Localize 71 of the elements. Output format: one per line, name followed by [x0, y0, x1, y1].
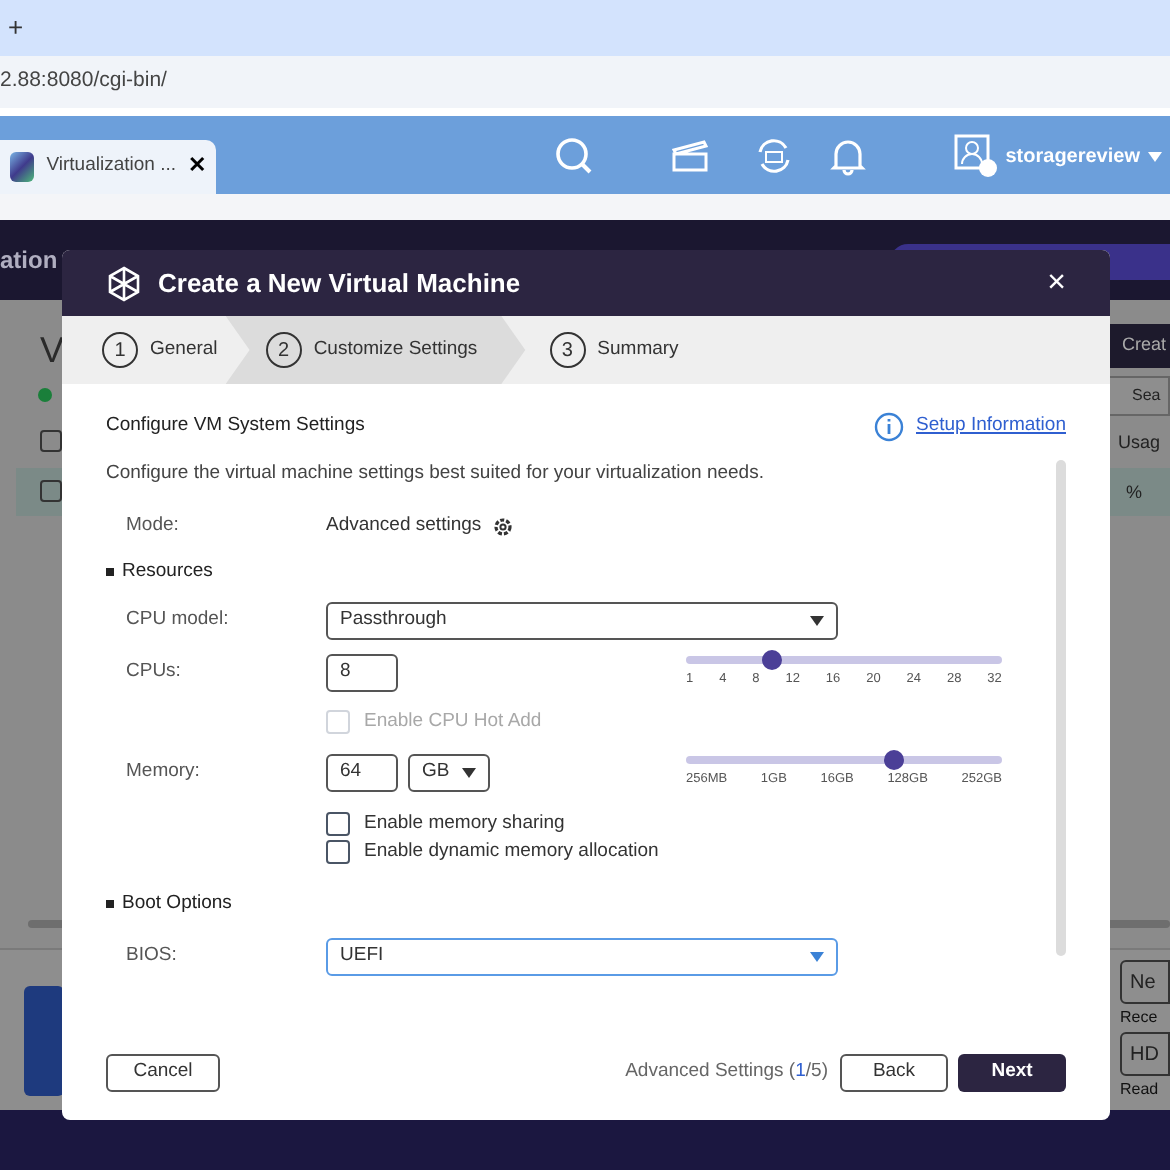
number-field[interactable]: 64: [326, 753, 398, 792]
field-label: Mode:: [124, 512, 181, 541]
address-bar[interactable]: 2.88:8080/cgi-bin/: [0, 66, 167, 98]
column-header: Usag: [1116, 430, 1163, 456]
group-title: Boot Options: [122, 890, 232, 919]
current-step-number: 1: [795, 1058, 806, 1087]
field-label: CPU model:: [124, 605, 231, 634]
back-button[interactable]: Back: [840, 1054, 948, 1092]
field-label: BIOS:: [124, 941, 179, 970]
side-label: Read: [1120, 1080, 1161, 1100]
step-number: 2: [265, 332, 302, 368]
description-text: Configure the virtual machine settings best suited for your virtualization needs.: [106, 460, 766, 488]
slider-track[interactable]: [686, 755, 1002, 764]
section-title: V: [40, 328, 65, 374]
slider-track[interactable]: [686, 655, 1002, 664]
user-icon[interactable]: [953, 134, 998, 178]
wizard-step[interactable]: 1 General: [62, 316, 226, 384]
step-number: 3: [549, 332, 586, 368]
side-button[interactable]: Ne: [1120, 960, 1170, 1004]
checkbox[interactable]: [326, 840, 350, 865]
mode-value: Advanced settings: [326, 512, 482, 541]
app-tab[interactable]: Virtualization ... ✕: [0, 140, 216, 194]
wizard-step[interactable]: 3 Summary: [525, 316, 699, 384]
field-label: CPUs:: [124, 657, 183, 686]
wizard-step[interactable]: 2 Customize Settings: [225, 316, 526, 384]
info-icon: [874, 412, 904, 442]
checkbox-label: Enable CPU Hot Add: [364, 707, 542, 735]
caret-icon: [810, 951, 824, 961]
create-button[interactable]: Creat: [1110, 324, 1170, 368]
caret-icon: [810, 615, 824, 625]
group-title: Resources: [122, 558, 213, 587]
checkbox[interactable]: [326, 811, 350, 836]
bullet-icon: [106, 900, 114, 909]
cancel-button[interactable]: Cancel: [106, 1054, 220, 1092]
progress-total: /5): [805, 1058, 828, 1087]
setup-information-link[interactable]: Setup Information: [916, 412, 1066, 442]
section-heading: Configure VM System Settings: [106, 412, 365, 441]
table-cell-text: %: [1125, 480, 1142, 506]
bullet-icon: [106, 568, 114, 577]
cube-icon: [106, 265, 142, 301]
step-label: Customize Settings: [313, 335, 478, 364]
gear-icon[interactable]: [491, 515, 514, 538]
summary-card: [24, 986, 64, 1096]
bell-icon[interactable]: [829, 136, 866, 176]
field-label: Memory:: [124, 758, 202, 787]
slider-thumb[interactable]: [761, 649, 782, 670]
progress-label: Advanced Settings (: [625, 1058, 796, 1087]
new-tab-button[interactable]: +: [8, 8, 24, 48]
caret-icon: [462, 767, 476, 778]
search-icon[interactable]: [553, 136, 594, 176]
page-title: ation: [0, 244, 58, 278]
cpu-model-select[interactable]: Passthrough: [326, 601, 838, 639]
step-label: Summary: [597, 335, 679, 364]
caret-icon: [1148, 151, 1162, 161]
slider-thumb[interactable]: [884, 749, 905, 770]
close-icon[interactable]: ×: [1047, 259, 1066, 307]
side-button[interactable]: HD: [1120, 1032, 1170, 1076]
clapperboard-icon[interactable]: [669, 138, 710, 174]
app-icon: [10, 152, 35, 182]
unit-select[interactable]: GB: [408, 753, 490, 792]
step-number: 1: [102, 332, 138, 368]
dialog-title: Create a New Virtual Machine: [158, 265, 523, 302]
side-label: Rece: [1120, 1008, 1160, 1028]
close-icon[interactable]: ✕: [188, 150, 206, 184]
checkbox-label: Enable memory sharing: [364, 809, 565, 838]
number-field[interactable]: 8: [326, 653, 398, 691]
next-button[interactable]: Next: [958, 1054, 1066, 1092]
step-label: General: [150, 335, 218, 364]
bios-select[interactable]: UEFI: [326, 937, 838, 975]
checkbox-label: Enable dynamic memory allocation: [364, 838, 659, 866]
sync-icon[interactable]: [753, 136, 794, 176]
